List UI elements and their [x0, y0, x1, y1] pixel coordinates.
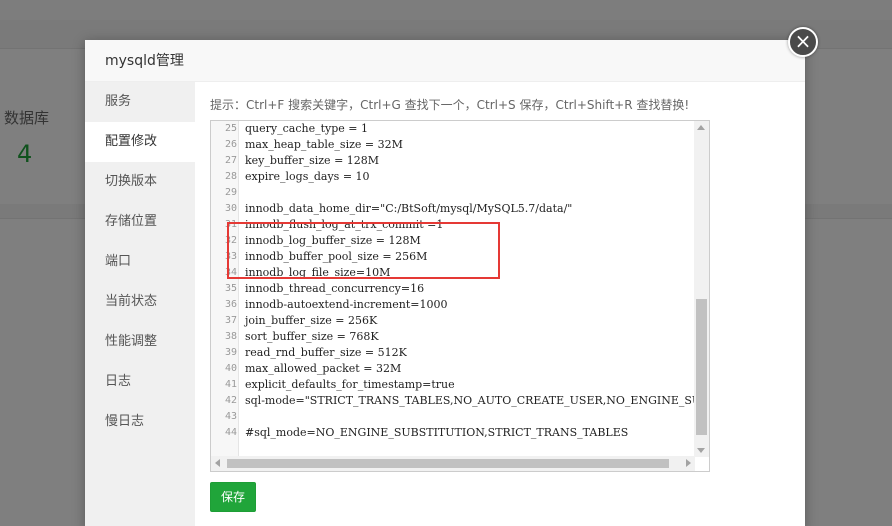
line-text[interactable]: #sql_mode=NO_ENGINE_SUBSTITUTION,STRICT_… — [245, 425, 628, 441]
code-line[interactable]: 41 explicit_defaults_for_timestamp=true — [211, 377, 695, 393]
line-number: 32 — [224, 235, 237, 246]
code-line[interactable]: 30 innodb_data_home_dir="C:/BtSoft/mysql/… — [211, 201, 695, 217]
line-text[interactable]: join_buffer_size = 256K — [245, 313, 377, 329]
sidebar-item-status[interactable]: 当前状态 — [85, 282, 195, 322]
line-number: 31 — [224, 219, 237, 230]
line-text[interactable]: expire_logs_days = 10 — [245, 169, 370, 185]
modal-title: mysqld管理 — [85, 40, 805, 82]
line-number: 38 — [224, 331, 237, 342]
sidebar-item-config[interactable]: 配置修改 — [85, 122, 195, 162]
sidebar-item-storage[interactable]: 存储位置 — [85, 202, 195, 242]
line-number: 33 — [224, 251, 237, 262]
code-line[interactable]: 33 innodb_buffer_pool_size = 256M — [211, 249, 695, 265]
line-text[interactable]: explicit_defaults_for_timestamp=true — [245, 377, 455, 393]
line-text[interactable]: innodb_data_home_dir="C:/BtSoft/mysql/My… — [245, 201, 572, 217]
code-line[interactable]: 42 sql-mode="STRICT_TRANS_TABLES,NO_AUTO_… — [211, 393, 709, 409]
scroll-right-arrow-icon[interactable] — [686, 459, 691, 467]
line-text[interactable]: max_allowed_packet = 32M — [245, 361, 401, 377]
code-line[interactable]: 27 key_buffer_size = 128M — [211, 153, 695, 169]
horizontal-scroll-thumb[interactable] — [227, 459, 669, 468]
line-number: 30 — [224, 203, 237, 214]
line-text[interactable]: query_cache_type = 1 — [245, 121, 368, 137]
scroll-left-arrow-icon[interactable] — [215, 459, 220, 467]
line-text[interactable]: innodb_buffer_pool_size = 256M — [245, 249, 427, 265]
code-line[interactable]: 31 innodb_flush_log_at_trx_commit =1 — [211, 217, 695, 233]
editor-tip: 提示：Ctrl+F 搜索关键字，Ctrl+G 查找下一个，Ctrl+S 保存，C… — [210, 98, 690, 112]
sidebar-item-performance[interactable]: 性能调整 — [85, 322, 195, 362]
close-icon[interactable]: × — [788, 27, 818, 57]
code-line[interactable]: 34 innodb_log_file_size=10M — [211, 265, 695, 281]
sidebar-item-service[interactable]: 服务 — [85, 82, 195, 122]
line-number: 26 — [224, 139, 237, 150]
code-line[interactable]: 29 — [211, 185, 695, 201]
code-line[interactable]: 25 query_cache_type = 1 — [211, 121, 695, 137]
code-line[interactable]: 35 innodb_thread_concurrency=16 — [211, 281, 695, 297]
line-number: 28 — [224, 171, 237, 182]
line-number: 34 — [224, 267, 237, 278]
sidebar-item-log[interactable]: 日志 — [85, 362, 195, 402]
modal-sidebar: 服务 配置修改 切换版本 存储位置 端口 当前状态 性能调整 日志 慢日志 — [85, 82, 195, 526]
line-number: 37 — [224, 315, 237, 326]
line-number: 39 — [224, 347, 237, 358]
scroll-down-arrow-icon[interactable] — [697, 448, 705, 453]
horizontal-scrollbar[interactable] — [211, 456, 695, 471]
code-line[interactable]: 26 max_heap_table_size = 32M — [211, 137, 695, 153]
line-text[interactable]: max_heap_table_size = 32M — [245, 137, 403, 153]
line-text[interactable]: innodb_log_file_size=10M — [245, 265, 390, 281]
line-number: 43 — [224, 411, 237, 422]
save-button[interactable]: 保存 — [210, 482, 256, 512]
line-number: 42 — [224, 395, 237, 406]
line-text[interactable]: innodb_flush_log_at_trx_commit =1 — [245, 217, 443, 233]
vertical-scrollbar[interactable] — [694, 121, 709, 457]
code-line[interactable]: 28 expire_logs_days = 10 — [211, 169, 695, 185]
line-number: 35 — [224, 283, 237, 294]
line-number: 44 — [224, 427, 237, 438]
mysqld-modal: mysqld管理 服务 配置修改 切换版本 存储位置 端口 当前状态 性能调整 … — [85, 40, 805, 526]
vertical-scroll-thumb[interactable] — [696, 299, 707, 435]
line-text[interactable]: sort_buffer_size = 768K — [245, 329, 379, 345]
line-text[interactable]: key_buffer_size = 128M — [245, 153, 379, 169]
line-number: 29 — [224, 187, 237, 198]
line-number: 40 — [224, 363, 237, 374]
code-line[interactable]: 36 innodb-autoextend-increment=1000 — [211, 297, 695, 313]
code-line[interactable]: 37 join_buffer_size = 256K — [211, 313, 695, 329]
config-editor[interactable]: 25 query_cache_type = 1 26 max_heap_table_s… — [210, 120, 710, 472]
line-text[interactable]: read_rnd_buffer_size = 512K — [245, 345, 407, 361]
code-line[interactable]: 43 — [211, 409, 695, 425]
scroll-up-arrow-icon[interactable] — [697, 125, 705, 130]
line-text[interactable]: innodb-autoextend-increment=1000 — [245, 297, 447, 313]
code-line[interactable]: 40 max_allowed_packet = 32M — [211, 361, 695, 377]
code-line[interactable]: 32 innodb_log_buffer_size = 128M — [211, 233, 695, 249]
code-line[interactable]: 39 read_rnd_buffer_size = 512K — [211, 345, 695, 361]
line-text[interactable]: sql-mode="STRICT_TRANS_TABLES,NO_AUTO_CR… — [245, 393, 709, 409]
code-line[interactable]: 38 sort_buffer_size = 768K — [211, 329, 695, 345]
code-lines[interactable]: 25 query_cache_type = 1 26 max_heap_table_s… — [211, 121, 709, 441]
config-panel: 提示：Ctrl+F 搜索关键字，Ctrl+G 查找下一个，Ctrl+S 保存，C… — [195, 82, 805, 526]
sidebar-item-switch-version[interactable]: 切换版本 — [85, 162, 195, 202]
line-text[interactable]: innodb_log_buffer_size = 128M — [245, 233, 421, 249]
line-number: 41 — [224, 379, 237, 390]
code-line[interactable]: 44 #sql_mode=NO_ENGINE_SUBSTITUTION,STRIC… — [211, 425, 695, 441]
sidebar-item-slow-log[interactable]: 慢日志 — [85, 402, 195, 442]
line-number: 27 — [224, 155, 237, 166]
line-number: 36 — [224, 299, 237, 310]
line-number: 25 — [224, 123, 237, 134]
sidebar-item-port[interactable]: 端口 — [85, 242, 195, 282]
line-text[interactable]: innodb_thread_concurrency=16 — [245, 281, 424, 297]
